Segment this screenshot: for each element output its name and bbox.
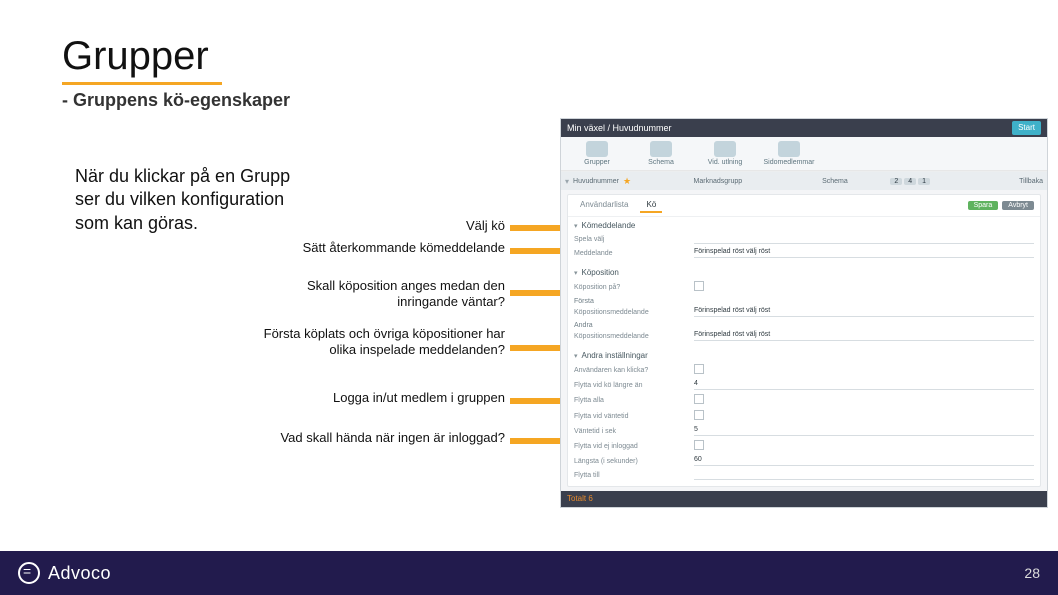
checkbox-anvandare-klicka[interactable] [694, 364, 704, 374]
checkbox-flytta-alla[interactable] [694, 394, 704, 404]
group-back: Tillbaka [955, 178, 1047, 185]
input-forsta-meddelande[interactable]: Förinspelad röst välj röst [694, 307, 1034, 317]
row-label: Meddelande [574, 250, 694, 257]
group-name: Huvudnummer [573, 178, 619, 185]
input-andra-meddelande[interactable]: Förinspelad röst välj röst [694, 331, 1034, 341]
app-footer: Totalt 6 [561, 491, 1047, 507]
input-flytta-ko[interactable]: 4 [694, 380, 1034, 390]
save-button[interactable]: Spara [968, 201, 999, 210]
row-label: Användaren kan klicka? [574, 367, 694, 374]
row-label: Köpositionsmeddelande [574, 333, 694, 340]
group-period: Schema [818, 178, 886, 185]
annotation-ingen-inloggad: Vad skall hända när ingen är inloggad? [245, 430, 505, 446]
speaker-icon [778, 141, 800, 157]
group-type: Marknadsgrupp [690, 178, 819, 185]
input-spela-valj[interactable] [694, 234, 1034, 244]
annotation-komeddelande: Sätt återkommande kömeddelande [245, 240, 505, 256]
logo-icon [18, 562, 40, 584]
page-number: 28 [1024, 565, 1040, 581]
slide-title: Grupper [62, 34, 209, 79]
checkbox-flytta-ej-inloggad[interactable] [694, 440, 704, 450]
row-label: Köpositionsmeddelande [574, 309, 694, 316]
row-label: Flytta vid kö längre än [574, 382, 694, 389]
badge: 2 [890, 178, 902, 185]
group-badges: 2 4 1 [886, 178, 954, 185]
subhead-forsta: Första [574, 295, 1034, 305]
subhead-andra: Andra [574, 319, 1034, 329]
brand-logo: Advoco [18, 562, 111, 584]
row-label: Köposition på? [574, 284, 694, 291]
annotation-valj-ko: Välj kö [245, 218, 505, 234]
tab-anvandarlista[interactable]: Användarlista [574, 198, 634, 213]
tool-sidomedlemmar[interactable]: Sidomedlemmar [759, 141, 819, 166]
section-andra-installningar[interactable]: Andra inställningar [574, 347, 1034, 362]
annotation-logga-in-ut: Logga in/ut medlem i gruppen [245, 390, 505, 406]
checkbox-koposition[interactable] [694, 281, 704, 291]
checkbox-flytta-vantetid[interactable] [694, 410, 704, 420]
badge: 1 [918, 178, 930, 185]
brand-name: Advoco [48, 563, 111, 584]
star-icon: ★ [623, 176, 631, 187]
row-label: Flytta till [574, 472, 694, 479]
section-komeddelande[interactable]: Kömeddelande [574, 217, 1034, 232]
slide-footer: Advoco 28 [0, 551, 1058, 595]
tab-ko[interactable]: Kö [640, 198, 662, 213]
row-label: Längsta (i sekunder) [574, 458, 694, 465]
input-langsta-sek[interactable]: 60 [694, 456, 1034, 466]
group-row[interactable]: ▾ Huvudnummer ★ Marknadsgrupp Schema 2 4 1… [561, 172, 1047, 190]
groups-icon [586, 141, 608, 157]
row-label: Flytta vid ej inloggad [574, 443, 694, 450]
cancel-button[interactable]: Avbryt [1002, 201, 1034, 210]
badge: 4 [904, 178, 916, 185]
toolbar: Grupper Schema Vid. utlning Sidomedlemma… [561, 137, 1047, 171]
embedded-screenshot: Min växel / Huvudnummer Start Grupper Sc… [560, 118, 1048, 508]
tab-bar: Användarlista Kö [574, 198, 662, 213]
row-label: Väntetid i sek [574, 428, 694, 435]
tool-grupper[interactable]: Grupper [567, 141, 627, 166]
forwarding-icon [714, 141, 736, 157]
schedule-icon [650, 141, 672, 157]
section-koposition[interactable]: Köposition [574, 264, 1034, 279]
start-button[interactable]: Start [1012, 121, 1041, 135]
row-label: Flytta alla [574, 397, 694, 404]
row-label: Spela välj [574, 236, 694, 243]
annotation-koposition: Skall köposition anges medan den inringa… [245, 278, 505, 311]
row-label: Flytta vid väntetid [574, 413, 694, 420]
annotation-forsta-koplats: Första köplats och övriga köpositioner h… [245, 326, 505, 359]
config-panel: Användarlista Kö Spara Avbryt Kömeddelan… [567, 194, 1041, 487]
tool-vidutlning[interactable]: Vid. utlning [695, 141, 755, 166]
input-vantetid-sek[interactable]: 5 [694, 426, 1034, 436]
input-flytta-till[interactable] [694, 470, 1034, 480]
title-underline [62, 82, 222, 85]
slide-subtitle: - Gruppens kö-egenskaper [62, 90, 290, 111]
chevron-down-icon: ▾ [565, 177, 569, 186]
breadcrumb: Min växel / Huvudnummer Start [561, 119, 1047, 137]
tool-schema[interactable]: Schema [631, 141, 691, 166]
input-meddelande[interactable]: Förinspelad röst välj röst [694, 248, 1034, 258]
breadcrumb-text: Min växel / Huvudnummer [567, 119, 672, 137]
